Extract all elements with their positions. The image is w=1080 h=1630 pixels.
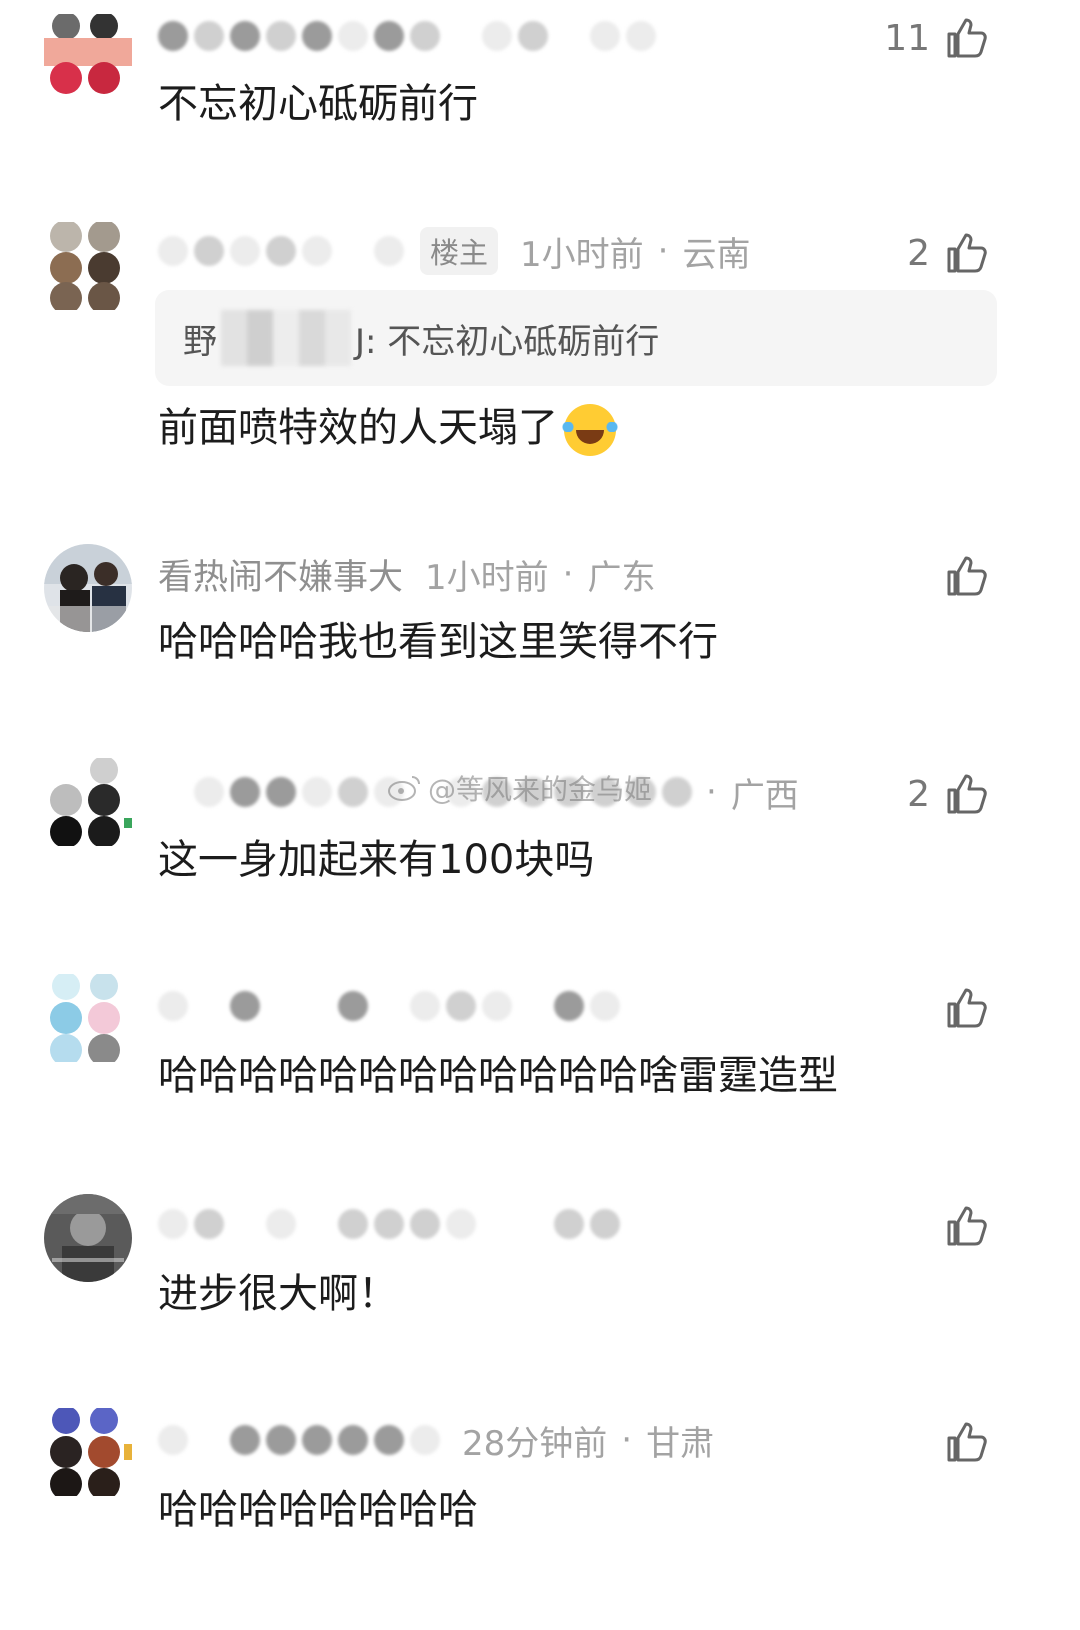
thumbs-up-icon bbox=[947, 1422, 987, 1462]
like-button[interactable] bbox=[930, 550, 992, 602]
thumbs-up-icon bbox=[947, 18, 987, 58]
thumbs-up-icon bbox=[947, 1206, 987, 1246]
quote-text: J: 不忘初心砥砺前行 bbox=[355, 321, 660, 362]
comment-meta bbox=[158, 982, 620, 1030]
quote-author-prefix: 野 bbox=[183, 321, 217, 362]
comment-item: 看热闹不嫌事大 1小时前 · 广东 哈哈哈哈我也看到这里笑得不行 bbox=[0, 530, 1080, 730]
avatar[interactable] bbox=[44, 222, 132, 310]
comment-time: 1小时前 bbox=[425, 557, 549, 598]
like-count: 2 bbox=[907, 773, 930, 815]
username-obscured[interactable] bbox=[158, 1200, 620, 1248]
like-count: 2 bbox=[907, 232, 930, 274]
meta-separator: · bbox=[706, 772, 717, 812]
comment-item: 11 不忘初心砥砺前行 bbox=[0, 0, 1080, 200]
username-obscured[interactable] bbox=[158, 1416, 440, 1464]
comment-item: 28分钟前 · 甘肃 哈哈哈哈哈哈哈哈 bbox=[0, 1398, 1080, 1618]
comment-text: 哈哈哈哈哈哈哈哈哈哈哈哈啥雷霆造型 bbox=[158, 1053, 838, 1099]
meta-separator: · bbox=[657, 231, 669, 271]
avatar[interactable] bbox=[44, 14, 132, 102]
avatar[interactable] bbox=[44, 544, 132, 632]
comment-location: 广东 bbox=[587, 557, 656, 598]
comment-text: 哈哈哈哈我也看到这里笑得不行 bbox=[158, 619, 718, 665]
avatar[interactable] bbox=[44, 758, 132, 846]
op-badge: 楼主 bbox=[420, 227, 499, 275]
tears-of-joy-emoji bbox=[560, 404, 620, 456]
like-button[interactable] bbox=[930, 1416, 992, 1468]
comment-text: 哈哈哈哈哈哈哈哈 bbox=[158, 1487, 478, 1533]
comment-text: 前面喷特效的人天塌了 bbox=[158, 402, 620, 456]
watermark: @等风来的金乌姬 bbox=[388, 768, 652, 808]
like-count: 11 bbox=[884, 17, 930, 59]
comment-item: 楼主 1小时前 · 云南 2 野 J: 不忘初心砥砺前行 前面喷特效的人天塌了 bbox=[0, 210, 1080, 520]
thumbs-up-icon bbox=[947, 988, 987, 1028]
avatar[interactable] bbox=[44, 1194, 132, 1282]
comment-meta bbox=[158, 12, 656, 60]
comment-meta: 28分钟前 · 甘肃 bbox=[158, 1416, 714, 1464]
like-button[interactable] bbox=[930, 982, 992, 1034]
meta-separator: · bbox=[562, 554, 574, 594]
username[interactable]: 看热闹不嫌事大 bbox=[158, 549, 403, 600]
username-obscured[interactable] bbox=[158, 227, 404, 275]
avatar[interactable] bbox=[44, 974, 132, 1062]
comment-meta: 楼主 1小时前 · 云南 bbox=[158, 227, 750, 275]
comment-location: 云南 bbox=[682, 234, 751, 275]
quote-author-obscured bbox=[221, 310, 351, 366]
comment-item: 哈哈哈哈哈哈哈哈哈哈哈哈啥雷霆造型 bbox=[0, 962, 1080, 1172]
comment-meta bbox=[158, 1200, 620, 1248]
like-button[interactable]: 2 bbox=[907, 768, 992, 820]
watermark-text: @等风来的金乌姬 bbox=[428, 773, 653, 806]
avatar[interactable] bbox=[44, 1408, 132, 1496]
comment-text-body: 前面喷特效的人天塌了 bbox=[158, 405, 558, 451]
comment-item: 进步很大啊！ bbox=[0, 1180, 1080, 1390]
thumbs-up-icon bbox=[947, 774, 987, 814]
meta-separator: · bbox=[621, 1420, 633, 1460]
username-obscured[interactable] bbox=[158, 12, 656, 60]
comment-location: 广西 bbox=[730, 775, 799, 816]
like-button[interactable] bbox=[930, 1200, 992, 1252]
thumbs-up-icon bbox=[947, 556, 987, 596]
username-obscured[interactable] bbox=[158, 982, 620, 1030]
thumbs-up-icon bbox=[947, 233, 987, 273]
weibo-logo-icon bbox=[388, 776, 420, 801]
like-button[interactable]: 11 bbox=[884, 12, 992, 64]
quoted-reply[interactable]: 野 J: 不忘初心砥砺前行 bbox=[155, 290, 997, 386]
comment-time: 28分钟前 bbox=[462, 1423, 608, 1464]
comment-text: 进步很大啊！ bbox=[158, 1271, 398, 1317]
comment-meta: 看热闹不嫌事大 1小时前 · 广东 bbox=[158, 550, 655, 598]
comment-text: 不忘初心砥砺前行 bbox=[158, 81, 478, 127]
comment-time: 1小时前 bbox=[520, 234, 644, 275]
like-button[interactable]: 2 bbox=[907, 227, 992, 279]
comment-location: 甘肃 bbox=[646, 1423, 715, 1464]
comment-text: 这一身加起来有100块吗 bbox=[158, 837, 595, 883]
